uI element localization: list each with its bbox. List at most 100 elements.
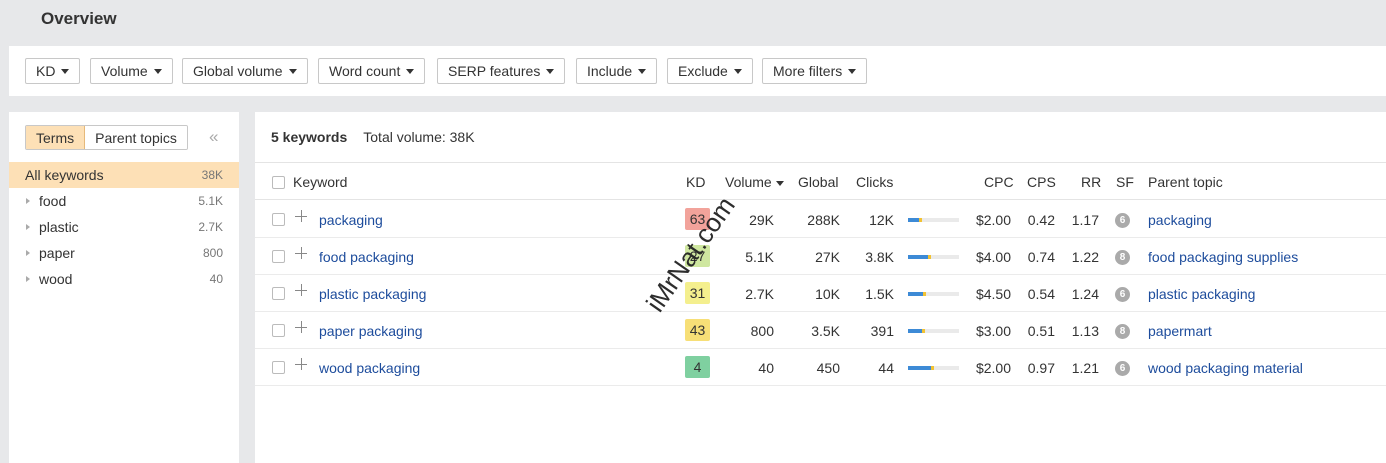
col-cps[interactable]: CPS xyxy=(1027,174,1056,190)
filter-label: Exclude xyxy=(678,63,728,79)
clicks-bar-paid xyxy=(931,366,934,370)
caret-down-icon xyxy=(288,68,297,74)
term-item-all-keywords[interactable]: All keywords 38K xyxy=(9,162,239,188)
keywords-panel: 5 keywords Total volume: 38K Keyword KD … xyxy=(255,112,1386,463)
add-keyword-icon[interactable] xyxy=(295,210,307,222)
tab-terms[interactable]: Terms xyxy=(26,126,86,149)
kd-badge: 43 xyxy=(685,319,710,341)
volume-value: 800 xyxy=(750,323,774,339)
keyword-link[interactable]: paper packaging xyxy=(319,323,423,339)
collapse-icon[interactable]: « xyxy=(209,128,218,145)
col-sf[interactable]: SF xyxy=(1116,174,1134,190)
caret-down-icon xyxy=(153,68,162,74)
keyword-link[interactable]: wood packaging xyxy=(319,360,420,376)
keyword-link[interactable]: food packaging xyxy=(319,249,414,265)
keyword-link[interactable]: plastic packaging xyxy=(319,286,426,302)
kd-badge: 4 xyxy=(685,356,710,378)
clicks-bar xyxy=(908,366,959,370)
serp-features-badge[interactable]: 6 xyxy=(1115,213,1130,228)
filter-serp-features-button[interactable]: SERP features xyxy=(437,58,566,84)
row-checkbox[interactable] xyxy=(272,287,285,300)
clicks-bar-paid xyxy=(922,329,925,333)
term-count: 5.1K xyxy=(198,194,223,208)
keyword-link[interactable]: packaging xyxy=(319,212,383,228)
add-keyword-icon[interactable] xyxy=(295,247,307,259)
row-checkbox[interactable] xyxy=(272,213,285,226)
add-keyword-icon[interactable] xyxy=(295,358,307,370)
parent-topic-link[interactable]: wood packaging material xyxy=(1148,360,1303,376)
rr-value: 1.24 xyxy=(1071,286,1099,302)
filter-more-filters-button[interactable]: More filters xyxy=(762,58,868,84)
cps-value: 0.54 xyxy=(1027,286,1055,302)
term-item-food[interactable]: food 5.1K xyxy=(9,188,239,214)
table-header: Keyword KD Volume Global Clicks CPC CPS … xyxy=(255,163,1386,200)
view-toggle: Terms Parent topics xyxy=(25,125,188,150)
parent-topic-link[interactable]: food packaging supplies xyxy=(1148,249,1298,265)
row-checkbox[interactable] xyxy=(272,324,285,337)
col-global[interactable]: Global xyxy=(798,174,838,190)
cps-value: 0.97 xyxy=(1027,360,1055,376)
select-all-checkbox[interactable] xyxy=(272,176,285,189)
rr-value: 1.21 xyxy=(1071,360,1099,376)
filter-word-count-button[interactable]: Word count xyxy=(318,58,426,84)
col-kd[interactable]: KD xyxy=(686,174,705,190)
rr-value: 1.13 xyxy=(1071,323,1099,339)
col-volume[interactable]: Volume xyxy=(725,174,784,190)
term-count: 800 xyxy=(202,246,223,260)
col-volume-label: Volume xyxy=(725,174,772,190)
col-clicks[interactable]: Clicks xyxy=(856,174,893,190)
clicks-value: 391 xyxy=(870,323,894,339)
cpc-value: $2.00 xyxy=(975,212,1011,228)
cpc-value: $3.00 xyxy=(975,323,1011,339)
expand-arrow-icon[interactable] xyxy=(26,198,30,204)
col-parent-topic[interactable]: Parent topic xyxy=(1148,174,1223,190)
filter-exclude-button[interactable]: Exclude xyxy=(667,58,753,84)
clicks-bar-paid xyxy=(928,255,931,259)
term-label: plastic xyxy=(39,219,79,235)
serp-features-badge[interactable]: 6 xyxy=(1115,287,1130,302)
clicks-bar-paid xyxy=(919,218,922,222)
clicks-bar-organic xyxy=(908,366,931,370)
term-item-paper[interactable]: paper 800 xyxy=(9,240,239,266)
filter-global-volume-button[interactable]: Global volume xyxy=(182,58,308,84)
clicks-bar-paid xyxy=(923,292,926,296)
expand-arrow-icon[interactable] xyxy=(26,250,30,256)
serp-features-badge[interactable]: 8 xyxy=(1115,250,1130,265)
total-volume: Total volume: 38K xyxy=(363,129,475,145)
term-item-wood[interactable]: wood 40 xyxy=(9,266,239,292)
col-keyword[interactable]: Keyword xyxy=(293,174,347,190)
filter-kd-button[interactable]: KD xyxy=(25,58,81,84)
col-cpc[interactable]: CPC xyxy=(984,174,1014,190)
rr-value: 1.17 xyxy=(1071,212,1099,228)
filter-label: Include xyxy=(587,63,633,79)
clicks-bar-organic xyxy=(908,255,928,259)
parent-topic-link[interactable]: plastic packaging xyxy=(1148,286,1255,302)
global-value: 288K xyxy=(807,212,840,228)
volume-value: 2.7K xyxy=(745,286,774,302)
term-list: All keywords 38K food 5.1K plastic 2.7K … xyxy=(9,162,239,292)
serp-features-badge[interactable]: 6 xyxy=(1115,361,1130,376)
filter-label: More filters xyxy=(773,63,843,79)
expand-arrow-icon[interactable] xyxy=(26,224,30,230)
page-title: Overview xyxy=(41,9,117,28)
row-checkbox[interactable] xyxy=(272,250,285,263)
filter-volume-button[interactable]: Volume xyxy=(90,58,173,84)
term-item-plastic[interactable]: plastic 2.7K xyxy=(9,214,239,240)
term-label: wood xyxy=(39,271,73,287)
clicks-bar-organic xyxy=(908,218,919,222)
filter-label: Global volume xyxy=(193,63,283,79)
add-keyword-icon[interactable] xyxy=(295,321,307,333)
cps-value: 0.74 xyxy=(1027,249,1055,265)
parent-topic-link[interactable]: papermart xyxy=(1148,323,1212,339)
col-rr[interactable]: RR xyxy=(1081,174,1101,190)
serp-features-badge[interactable]: 8 xyxy=(1115,324,1130,339)
parent-topic-link[interactable]: packaging xyxy=(1148,212,1212,228)
expand-arrow-icon[interactable] xyxy=(26,276,30,282)
add-keyword-icon[interactable] xyxy=(295,284,307,296)
filter-include-button[interactable]: Include xyxy=(576,58,658,84)
row-checkbox[interactable] xyxy=(272,361,285,374)
tab-parent-topics[interactable]: Parent topics xyxy=(85,126,187,149)
clicks-bar-organic xyxy=(908,329,922,333)
cpc-value: $4.50 xyxy=(975,286,1011,302)
caret-down-icon xyxy=(546,68,555,74)
